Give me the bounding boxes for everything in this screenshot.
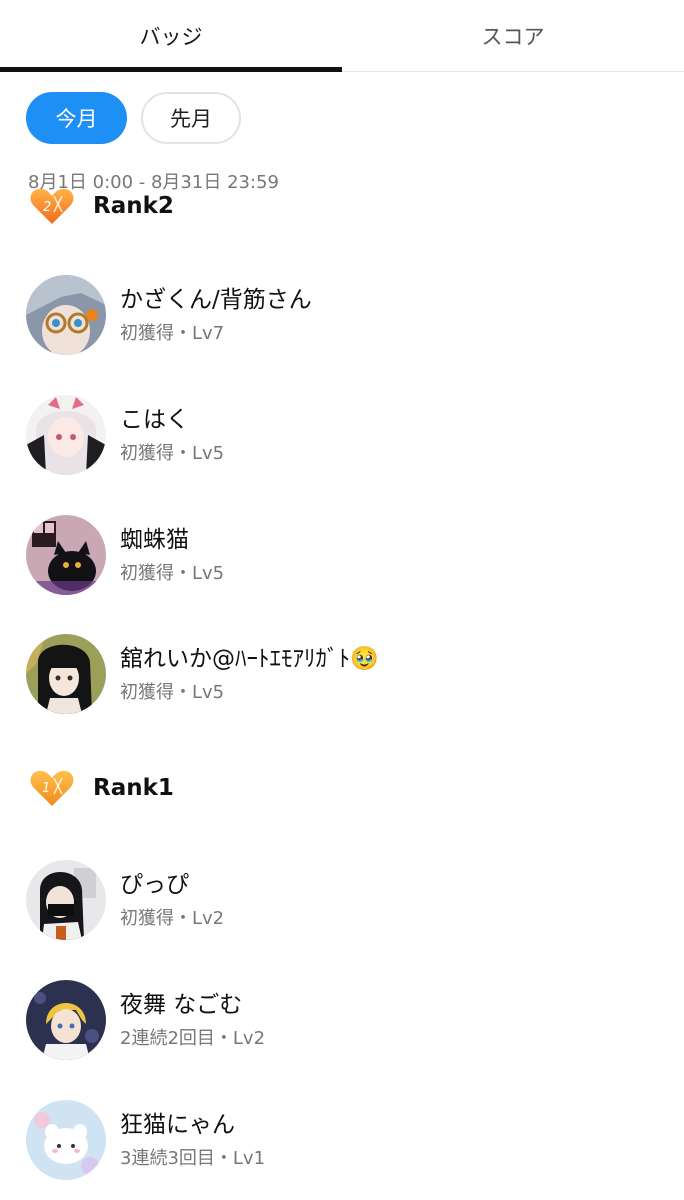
rank-label: Rank1 [93,775,174,801]
list-item[interactable]: 夜舞 なごむ 2連続2回目・Lv2 [26,980,265,1060]
heart-badge-icon: 2 [30,188,74,224]
svg-text:1: 1 [42,781,50,796]
rank-header-rank1: 1 Rank1 [28,764,174,812]
avatar [26,980,106,1060]
svg-text:2: 2 [43,200,51,215]
user-name: 蜘蛛猫 [120,527,189,553]
user-status: 初獲得・Lv5 [120,443,225,464]
user-name: 狂猫にゃん [120,1112,235,1138]
rank-label: Rank2 [93,193,174,219]
user-name: 舘れいか@ﾊｰﾄｴﾓｱﾘｶﾞﾄ🥹 [120,646,379,672]
list-item[interactable]: 舘れいか@ﾊｰﾄｴﾓｱﾘｶﾞﾄ🥹 初獲得・Lv5 [26,634,379,714]
user-name: かざくん/背筋さん [120,287,312,313]
last-month-button[interactable]: 先月 [141,92,241,144]
list-item[interactable]: こはく 初獲得・Lv5 [26,395,224,475]
rank-header-rank2: 2 Rank2 [28,182,174,230]
list-item[interactable]: ぴっぴ 初獲得・Lv2 [26,860,224,940]
avatar [26,634,106,714]
user-status: 初獲得・Lv5 [120,563,225,584]
user-name: 夜舞 なごむ [120,992,243,1018]
user-status: 初獲得・Lv7 [120,323,225,344]
tab-badge[interactable]: バッジ [0,0,342,72]
list-item[interactable]: 狂猫にゃん 3連続3回目・Lv1 [26,1100,265,1180]
avatar [26,515,106,595]
avatar [26,1100,106,1180]
tab-score[interactable]: スコア [342,0,684,71]
list-item[interactable]: 蜘蛛猫 初獲得・Lv5 [26,515,224,595]
avatar [26,395,106,475]
user-name: こはく [120,407,189,433]
avatar [26,275,106,355]
list-item[interactable]: かざくん/背筋さん 初獲得・Lv7 [26,275,312,355]
user-name: ぴっぴ [120,872,189,898]
this-month-button[interactable]: 今月 [26,92,127,144]
user-status: 初獲得・Lv5 [120,682,225,703]
heart-badge-icon: 1 [30,770,74,806]
user-status: 2連続2回目・Lv2 [120,1028,266,1049]
period-selector: 今月 先月 [26,92,241,144]
user-status: 3連続3回目・Lv1 [120,1148,266,1169]
tab-bar: バッジ スコア [0,0,684,72]
user-status: 初獲得・Lv2 [120,908,225,929]
avatar [26,860,106,940]
